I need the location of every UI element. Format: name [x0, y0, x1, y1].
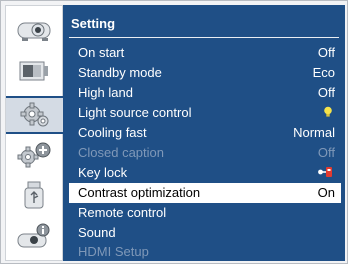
row-value: Off [317, 85, 335, 100]
menu-row-remote-control[interactable]: Remote control [69, 203, 341, 223]
info-icon [17, 223, 50, 248]
sidebar-item-expand[interactable] [6, 136, 62, 174]
row-label: Cooling fast [78, 125, 147, 140]
expand-gears-icon [17, 142, 51, 168]
menu-row-on-start[interactable]: On start Off [69, 43, 341, 63]
sidebar-item-setting[interactable] [6, 96, 63, 134]
menu-row-key-lock[interactable]: Key lock [69, 163, 341, 183]
menu-row-contrast-optimization[interactable]: Contrast optimization On [69, 183, 341, 203]
row-label: Key lock [78, 165, 128, 180]
sidebar-item-display[interactable] [6, 10, 62, 48]
panel-title: Setting [71, 16, 116, 31]
row-value: Off [317, 145, 335, 160]
menu-row-sound[interactable]: Sound [69, 223, 341, 243]
row-label: HDMI Setup [78, 244, 149, 259]
row-label: Closed caption [78, 145, 164, 160]
bulb-icon [324, 106, 332, 117]
row-label: Standby mode [78, 65, 162, 80]
image-adjust-icon [19, 61, 48, 81]
menu-row-hdmi-setup: HDMI Setup [69, 242, 341, 262]
row-label: Light source control [78, 105, 192, 120]
usb-memory-icon [24, 181, 44, 209]
menu-row-closed-caption: Closed caption Off [69, 143, 341, 163]
row-value: On [317, 185, 335, 200]
row-label: Remote control [78, 205, 167, 220]
keylock-icon [318, 167, 332, 177]
row-label: High land [78, 85, 133, 100]
row-label: Sound [78, 225, 116, 240]
display-icon [17, 22, 51, 41]
setting-panel: Setting On start Off Standby mode Eco Hi… [63, 5, 345, 261]
menu-row-light-source-control[interactable]: Light source control [69, 103, 341, 123]
menu-row-standby-mode[interactable]: Standby mode Eco [69, 63, 341, 83]
row-value: Normal [293, 125, 335, 140]
row-value: Off [317, 45, 335, 60]
row-label: Contrast optimization [78, 185, 201, 200]
setting-gear-icon [20, 102, 48, 127]
osd-menu-window: Setting On start Off Standby mode Eco Hi… [0, 0, 348, 264]
sidebar-item-information[interactable] [6, 218, 62, 256]
menu-row-cooling-fast[interactable]: Cooling fast Normal [69, 123, 341, 143]
row-value: Eco [312, 65, 335, 80]
sidebar-item-image-adjust[interactable] [6, 52, 62, 90]
menu-sidebar [5, 5, 63, 261]
menu-row-high-land[interactable]: High land Off [69, 83, 341, 103]
row-label: On start [78, 45, 125, 60]
title-divider [69, 37, 339, 38]
sidebar-item-memory-viewer[interactable] [6, 176, 62, 214]
